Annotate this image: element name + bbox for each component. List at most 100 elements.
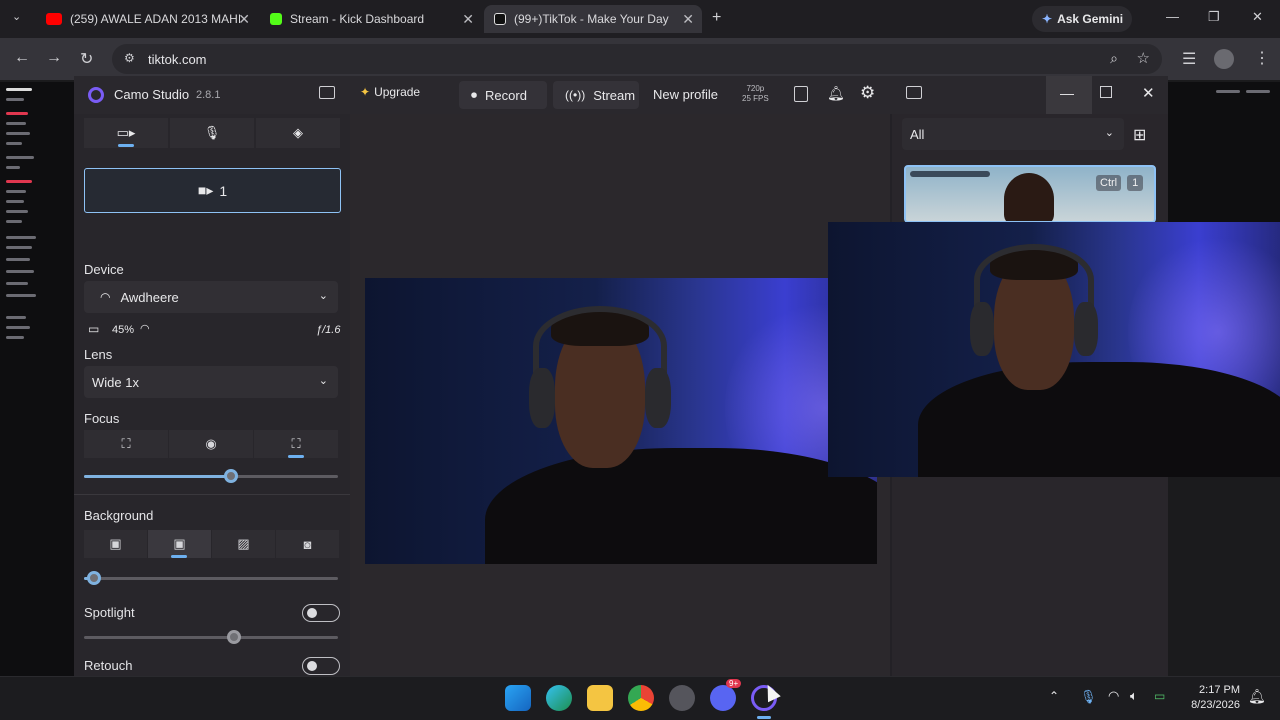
maximize-icon[interactable] (1100, 86, 1112, 98)
menu-icon[interactable]: ⋮ (1254, 48, 1270, 68)
clock[interactable]: 2:17 PM 8/23/2026 (1180, 683, 1240, 713)
minimize-window-icon[interactable]: — (1166, 9, 1179, 24)
focus-manual-button[interactable]: ⛶ (254, 430, 338, 458)
layout-icon[interactable] (794, 86, 808, 102)
overlay-person (828, 222, 1280, 477)
retouch-label: Retouch (84, 658, 133, 673)
site-info-icon[interactable]: ⚙ (124, 51, 135, 65)
tab-layers[interactable]: ◈ (256, 118, 340, 148)
restore-window-icon[interactable]: ❐ (1208, 9, 1220, 25)
portrait-blur-icon: ▣ (173, 536, 186, 551)
volume-icon[interactable]: 🔈︎ (1130, 688, 1138, 704)
settings-panel: ▭▸ 🎙︎ ◈ ■▸ 1 Device ◠ Awdheere ⌄ ▭ 45% ◠… (74, 114, 350, 697)
battery-icon[interactable]: ▭ (1154, 689, 1165, 703)
notification-icon[interactable]: 🔔︎ (1248, 688, 1266, 705)
new-profile-button[interactable]: New profile (653, 87, 718, 102)
lens-value: Wide 1x (92, 374, 139, 390)
spotlight-slider-knob[interactable] (226, 630, 241, 644)
minimize-icon[interactable]: — (1060, 85, 1074, 101)
tab-kick[interactable]: Stream - Kick Dashboard ✕ (260, 5, 482, 33)
camera-number: 1 (219, 182, 228, 199)
upgrade-button[interactable]: ✦ Upgrade (360, 85, 420, 99)
background-blur-button[interactable]: ▣ (148, 530, 211, 558)
close-tab-icon[interactable]: ✕ (682, 11, 694, 28)
camo-title-bar: Camo Studio 2.8.1 ✦ Upgrade ⏺ Record ((•… (74, 76, 1168, 114)
close-tab-icon[interactable]: ✕ (462, 11, 474, 28)
filter-dropdown[interactable]: All ⌄ (902, 118, 1124, 150)
wifi-icon[interactable]: ◠ (1108, 688, 1119, 704)
background-none-button[interactable]: ▣ (84, 530, 147, 558)
upgrade-label: Upgrade (374, 85, 421, 99)
bookmark-star-icon[interactable]: ☆ (1137, 49, 1150, 67)
discord-icon[interactable]: 9+ (710, 679, 742, 711)
reading-list-icon[interactable]: ☰ (1182, 49, 1196, 69)
focus-face-button[interactable]: ◉ (169, 430, 253, 458)
edge-icon[interactable] (546, 685, 572, 711)
lens-dropdown[interactable]: Wide 1x ⌄ (84, 366, 338, 398)
close-tab-icon[interactable]: ✕ (238, 11, 250, 28)
chevron-up-icon[interactable]: ⌃ (1049, 689, 1059, 703)
stream-button[interactable]: ((•)) Stream (553, 81, 639, 109)
tab-youtube[interactable]: (259) AWALE ADAN 2013 MAHI ✕ (36, 5, 258, 33)
tab-search-chevron-icon[interactable]: ⌄ (12, 10, 21, 23)
clock-time: 2:17 PM (1199, 684, 1240, 696)
chevron-down-icon: ⌄ (1104, 127, 1114, 139)
kick-icon (270, 13, 282, 25)
reload-icon[interactable]: ↻ (80, 49, 93, 69)
settings-gear-icon[interactable]: ⚙ (860, 83, 875, 103)
grid-view-icon[interactable]: ⊞ (1133, 125, 1146, 145)
camera-1-button[interactable]: ■▸ 1 (84, 168, 341, 213)
background-slider-knob[interactable] (87, 571, 102, 585)
device-label: Device (84, 262, 124, 277)
sparkle-icon: ✦ (360, 85, 371, 99)
spotlight-slider[interactable] (84, 630, 338, 644)
battery-icon: ▭ (88, 322, 100, 336)
ask-gemini-button[interactable]: ✦ Ask Gemini (1032, 6, 1132, 32)
focus-frame-icon: ⛶ (121, 436, 131, 451)
record-button[interactable]: ⏺ Record (459, 81, 547, 109)
focus-auto-button[interactable]: ⛶ (84, 430, 168, 458)
spotlight-toggle[interactable] (302, 604, 340, 622)
file-explorer-icon[interactable] (587, 685, 613, 711)
zoom-icon[interactable]: ⌕ (1110, 50, 1118, 67)
address-bar[interactable]: ⚙ tiktok.com ⌕ ☆ (112, 44, 1162, 74)
forward-icon[interactable]: → (46, 49, 62, 67)
focus-mode-indicator (288, 455, 304, 458)
close-icon[interactable]: ✕ (1142, 84, 1155, 102)
background-hide-button[interactable]: ▨ (212, 530, 275, 558)
focus-slider-knob[interactable] (224, 469, 239, 483)
tab-video-indicator (118, 144, 134, 147)
clock-date: 8/23/2026 (1191, 699, 1240, 711)
back-icon[interactable]: ← (14, 49, 30, 67)
chrome-icon[interactable] (628, 685, 654, 711)
device-dropdown[interactable]: ◠ Awdheere ⌄ (84, 281, 338, 313)
spotlight-label: Spotlight (84, 605, 135, 620)
tab-title: Stream - Kick Dashboard (290, 12, 425, 26)
toggle-sidebar-icon[interactable] (319, 86, 335, 99)
new-tab-button[interactable]: + (712, 9, 721, 27)
camera-source-thumbnail[interactable]: Ctrl 1 (904, 165, 1156, 223)
focus-manual-icon: ⛶ (291, 436, 301, 451)
retouch-toggle[interactable] (302, 657, 340, 675)
gemini-icon: ✦ (1042, 12, 1053, 26)
thumbnail-person (1004, 173, 1054, 221)
microphone-icon[interactable]: 🎙︎ (1080, 689, 1097, 705)
obs-icon[interactable] (669, 685, 695, 711)
tiktok-icon (494, 13, 506, 25)
profile-avatar[interactable] (1214, 49, 1234, 69)
tab-tiktok[interactable]: (99+)TikTok - Make Your Day ✕ (484, 5, 702, 33)
stream-label: Stream (593, 87, 636, 103)
windows-start-icon[interactable] (505, 685, 531, 711)
toggle-right-panel-icon[interactable] (906, 86, 922, 99)
portrait-icon: ▣ (109, 536, 122, 551)
background-replace-button[interactable]: ◙ (276, 530, 339, 558)
shortcut-number: 1 (1127, 175, 1144, 191)
notification-bell-icon[interactable]: 🔔︎ (827, 85, 845, 102)
focus-slider[interactable] (84, 469, 338, 483)
background-slider[interactable] (84, 571, 338, 585)
close-window-icon[interactable]: ✕ (1252, 9, 1263, 25)
windows-taskbar: 9+ ⌃ 🎙︎ ◠ 🔈︎ ▭ 2:17 PM 8/23/2026 🔔︎ (0, 676, 1280, 720)
lens-label: Lens (84, 347, 113, 362)
tab-audio[interactable]: 🎙︎ (170, 118, 254, 148)
battery-level: 45% (112, 324, 135, 336)
